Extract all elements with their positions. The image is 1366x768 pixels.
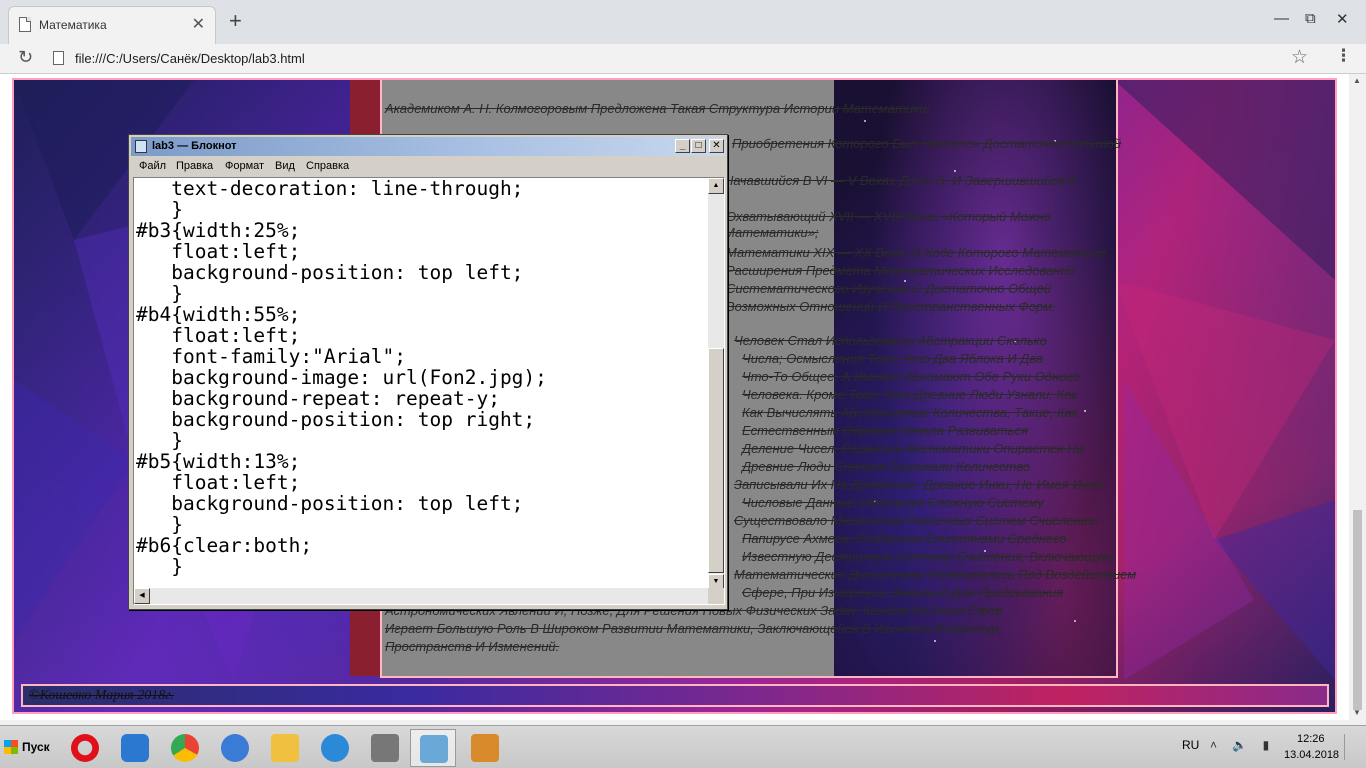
notepad-menubar: Файл Правка Формат Вид Справка — [131, 157, 725, 175]
text-line: Записывали Их На Древесине. Древние Инки… — [734, 477, 1104, 492]
text-line: Математики»; — [724, 225, 819, 240]
notepad-content[interactable]: text-decoration: line-through; } #b3{wid… — [136, 178, 706, 577]
notepad-scroll-thumb[interactable] — [708, 348, 724, 573]
text-line: Известную Десятичную Систему Счисления, … — [742, 549, 1113, 564]
text-line: Существовало Множество Различных Систем … — [734, 513, 1099, 528]
notepad-window[interactable]: lab3 — Блокнот _ □ ✕ Файл Правка Формат … — [128, 134, 728, 610]
file-explorer-icon[interactable] — [262, 729, 308, 767]
text-line: Расширения Предмета Математических Иссле… — [726, 263, 1075, 278]
text-line: Пространств И Изменений. — [385, 639, 560, 654]
scroll-left-arrow-icon[interactable]: ◀ — [134, 588, 150, 604]
file-icon — [53, 51, 64, 65]
notepad-minimize-button[interactable]: _ — [675, 139, 690, 153]
text-line: Числа; Осмысление Того, Что Два Яблока И… — [742, 351, 1044, 366]
page-footer: ©Кошевко Мария 2018г. — [21, 684, 1329, 707]
text-line: Деление Чисел. Развитие Математики Опира… — [742, 441, 1084, 456]
clock-time[interactable]: 12:26 — [1297, 733, 1325, 745]
system-tray-icons[interactable]: ˄ 🔈 ▮ — [1210, 738, 1275, 752]
menu-help[interactable]: Справка — [306, 160, 349, 172]
browser-tabstrip: Математика ✕ + — ⧉ ✕ — [0, 0, 1366, 44]
window-restore-button[interactable]: ⧉ — [1305, 10, 1316, 27]
browser-menu-icon[interactable]: ⋮ — [1335, 46, 1352, 66]
text-line: Естественным Образом Начала Развиваться — [742, 423, 1029, 438]
tab-close-icon[interactable]: ✕ — [192, 14, 205, 34]
text-line: Начавшийся В VI — V Веках До Н. Э. И Зав… — [724, 173, 1077, 188]
messenger-icon[interactable] — [312, 729, 358, 767]
paint-icon[interactable] — [462, 729, 508, 767]
text-line: Академиком А. Н. Колмогоровым Предложена… — [385, 101, 931, 116]
resize-grip-icon[interactable] — [708, 588, 724, 604]
notepad-vertical-scrollbar[interactable]: ▲ ▼ — [708, 178, 724, 590]
text-line: Человека. Кроме Того, Что Древние Люди У… — [742, 387, 1078, 402]
reload-icon[interactable]: ↻ — [18, 47, 33, 68]
menu-format[interactable]: Формат — [225, 160, 264, 172]
start-label: Пуск — [22, 740, 50, 754]
chrome-icon[interactable] — [162, 729, 208, 767]
text-line: Числовые Данные, Используя Сложную Систе… — [742, 495, 1044, 510]
footer-copyright: ©Кошевко Мария 2018г. — [29, 688, 175, 703]
bookmark-star-icon[interactable]: ☆ — [1291, 46, 1308, 69]
media-player-icon[interactable] — [112, 729, 158, 767]
text-line: Играет Большую Роль В Широком Развитии М… — [385, 621, 1003, 636]
text-line: Математики XIX — XX Века, В Ходе Которог… — [726, 245, 1106, 260]
text-line: Математические Дисциплины Подвергались П… — [734, 567, 1137, 582]
tab-title: Математика — [39, 18, 107, 32]
notepad-horizontal-scrollbar[interactable]: ◀ — [134, 588, 710, 604]
window-close-button[interactable]: ✕ — [1336, 10, 1349, 28]
text-line: Систематического Изучения С Достаточно О… — [726, 281, 1052, 296]
menu-view[interactable]: Вид — [275, 160, 295, 172]
taskbar: Пуск RU ˄ 🔈 ▮ 12:26 13.04.2018 — [0, 725, 1366, 768]
clock-date[interactable]: 13.04.2018 — [1284, 749, 1339, 761]
menu-file[interactable]: Файл — [139, 160, 166, 172]
page-scroll-thumb[interactable] — [1353, 510, 1362, 710]
scroll-up-arrow-icon[interactable]: ▲ — [708, 178, 724, 194]
notepad-close-button[interactable]: ✕ — [709, 139, 724, 153]
notepad-taskbar-icon[interactable] — [410, 729, 456, 767]
notepad-titlebar[interactable]: lab3 — Блокнот _ □ ✕ — [131, 137, 725, 156]
notepad-text-area[interactable]: text-decoration: line-through; } #b3{wid… — [133, 177, 725, 605]
window-minimize-button[interactable]: — — [1274, 10, 1289, 27]
page-icon — [19, 17, 31, 32]
text-line: Папирусе Ахмеса, Созданном Египтянами Ср… — [742, 531, 1067, 546]
opera-icon[interactable] — [62, 729, 108, 767]
show-desktop-button[interactable] — [1344, 734, 1362, 760]
address-bar[interactable]: file:///C:/Users/Санёк/Desktop/lab3.html — [75, 51, 305, 66]
volume-icon[interactable] — [212, 729, 258, 767]
notepad-icon — [135, 140, 147, 153]
page-scrollbar[interactable]: ▲ ▼ — [1349, 74, 1366, 720]
notepad-title: lab3 — Блокнот — [152, 140, 237, 152]
text-line: Что-То Общее, А Именно Занимают Обе Руки… — [742, 369, 1080, 384]
menu-edit[interactable]: Правка — [176, 160, 213, 172]
text-line: Сфере, При Измерении Земель И Для Предск… — [742, 585, 1064, 600]
text-line: Человек Стал Использовать Абстракции Ско… — [734, 333, 1048, 348]
language-indicator[interactable]: RU — [1182, 738, 1199, 752]
start-button[interactable]: Пуск — [2, 732, 54, 762]
text-line: Как Вычислять Абстрактные Количества, Та… — [742, 405, 1079, 420]
scroll-down-arrow-icon[interactable]: ▼ — [1353, 708, 1361, 717]
text-line: Древние Люди Сначала Выражали Количество — [742, 459, 1031, 474]
scroll-up-arrow-icon[interactable]: ▲ — [1353, 76, 1361, 85]
new-tab-button[interactable]: + — [229, 9, 242, 33]
text-line: Возможных Отношений И Пространственных Ф… — [726, 299, 1056, 314]
browser-toolbar: ↻ file:///C:/Users/Санёк/Desktop/lab3.ht… — [0, 44, 1366, 74]
browser-tab[interactable]: Математика ✕ — [8, 6, 216, 44]
text-line: Приобретения Которого Был Накоплен Доста… — [732, 136, 1122, 151]
news-icon[interactable] — [362, 729, 408, 767]
notepad-maximize-button[interactable]: □ — [691, 139, 706, 153]
windows-logo-icon — [4, 740, 18, 754]
